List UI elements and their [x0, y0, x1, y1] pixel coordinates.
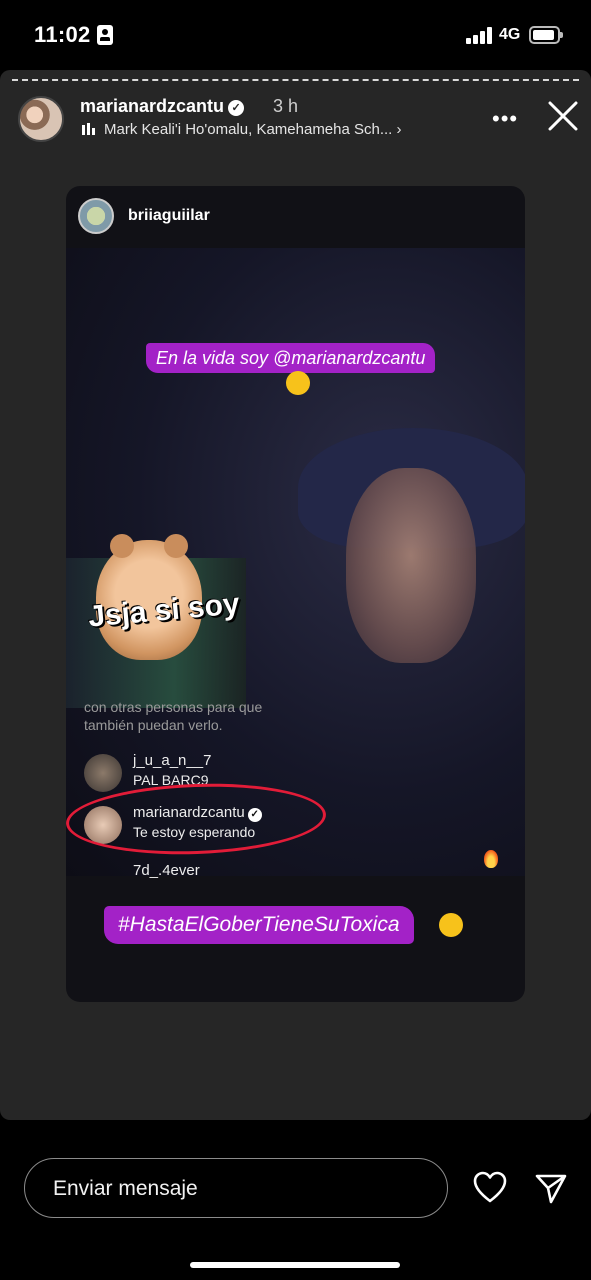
signal-icon: [466, 27, 494, 44]
mention-sticker[interactable]: En la vida soy @marianardzcantu: [146, 343, 436, 373]
music-label[interactable]: Mark Keali'i Ho'omalu, Kamehameha Sch...…: [82, 121, 402, 138]
verified-badge-icon: ✓: [228, 100, 245, 116]
heart-icon[interactable]: [472, 1170, 508, 1206]
home-indicator[interactable]: [190, 1262, 400, 1268]
message-input[interactable]: Enviar mensaje: [24, 1158, 448, 1218]
status-bar: 11:02 4G: [0, 0, 591, 70]
avatar[interactable]: [18, 96, 64, 142]
message-placeholder: Enviar mensaje: [53, 1177, 198, 1200]
hashtag-sticker[interactable]: #HastaElGoberTieneSuToxica: [104, 906, 414, 944]
story-username-text: marianardzcantu: [80, 96, 225, 116]
network-type: 4G: [499, 26, 521, 43]
id-card-icon: [97, 25, 113, 45]
clock: 11:02: [34, 22, 91, 47]
comment-username: 7d_.4ever: [133, 862, 200, 879]
fire-icon: [484, 850, 498, 868]
story-viewer[interactable]: marianardzcantu ✓ 3 h Mark Keali'i Ho'oma…: [0, 70, 591, 1120]
post-username[interactable]: briiaguiilar: [128, 207, 210, 225]
post-avatar[interactable]: [78, 198, 114, 234]
faded-comment: con otras personas para que también pued…: [84, 698, 262, 734]
close-icon[interactable]: [547, 100, 579, 132]
send-icon[interactable]: [533, 1170, 569, 1206]
music-title: Mark Keali'i Ho'omalu, Kamehameha Sch...…: [104, 121, 402, 138]
smirk-emoji-icon: [286, 371, 310, 395]
music-bars-icon: [82, 123, 96, 135]
person-face: [346, 468, 476, 663]
more-options-icon[interactable]: •••: [492, 106, 518, 132]
shared-post[interactable]: briiaguiilar En la vida soy @marianardzc…: [66, 186, 525, 1002]
battery-icon: [529, 26, 563, 44]
story-age: 3 h: [273, 96, 299, 116]
faded-comment-line: también puedan verlo.: [84, 717, 223, 733]
story-username[interactable]: marianardzcantu ✓: [80, 96, 245, 117]
comment-username: j_u_a_n__7: [133, 752, 212, 769]
faded-comment-line: con otras personas para que: [84, 699, 263, 715]
story-progress-bar: [12, 79, 579, 82]
comment-avatar: [84, 754, 122, 792]
zany-face-emoji-icon: [439, 913, 463, 937]
